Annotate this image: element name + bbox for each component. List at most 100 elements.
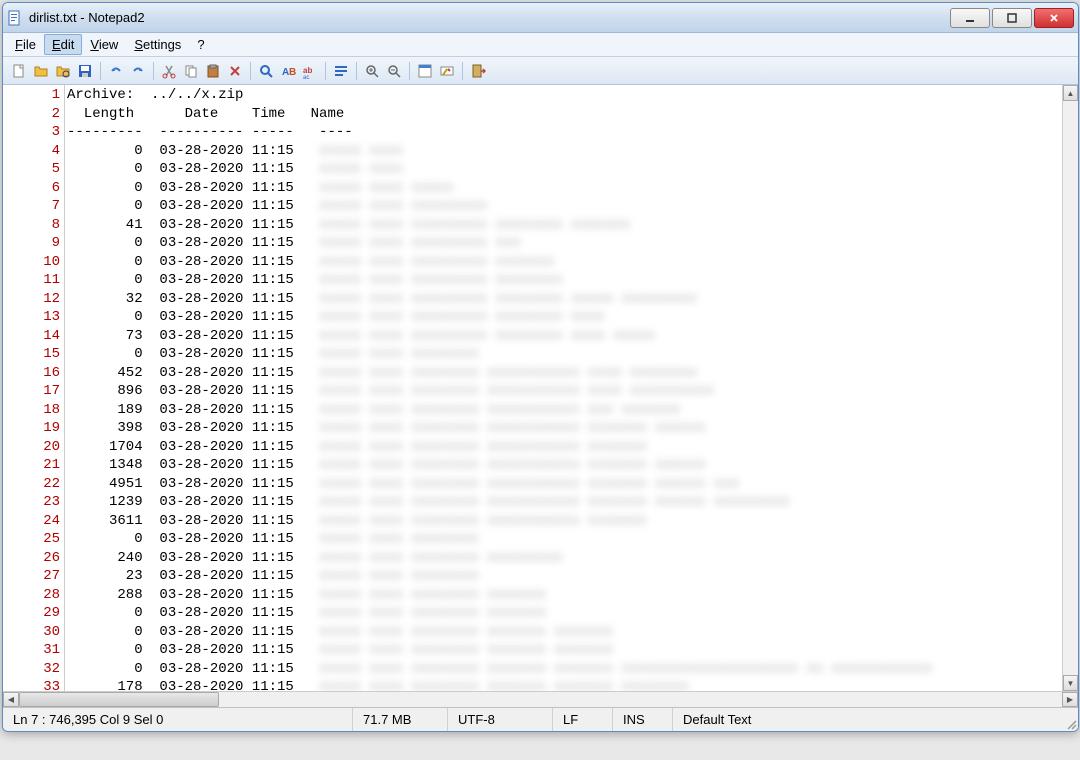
- text-line[interactable]: 0 03-28-2020 11:15 xxxxx xxxx xxxxxxxxx …: [67, 234, 1062, 253]
- filename-blurred: xxxxx xxxx xxxxxxxx xxxxxxxxxxx xxxxxxx …: [319, 475, 739, 494]
- text-line[interactable]: 73 03-28-2020 11:15 xxxxx xxxx xxxxxxxxx…: [67, 327, 1062, 346]
- text-line[interactable]: 0 03-28-2020 11:15 xxxxx xxxx: [67, 142, 1062, 161]
- line-number: 18: [3, 401, 60, 420]
- scroll-up-button[interactable]: ▲: [1063, 85, 1078, 101]
- copy-icon[interactable]: [181, 61, 201, 81]
- status-line-ending[interactable]: LF: [553, 708, 613, 731]
- zoom-out-icon[interactable]: [384, 61, 404, 81]
- exit-icon[interactable]: [468, 61, 488, 81]
- scroll-left-button[interactable]: ◀: [3, 692, 19, 707]
- text-line[interactable]: 32 03-28-2020 11:15 xxxxx xxxx xxxxxxxxx…: [67, 290, 1062, 309]
- open-file-icon[interactable]: [31, 61, 51, 81]
- close-button[interactable]: [1034, 8, 1074, 28]
- filename-blurred: xxxxx xxxx xxxxxxxxx xxxxxxxx xxxx xxxxx: [319, 327, 655, 346]
- filename-blurred: xxxxx xxxx: [319, 142, 403, 161]
- text-line[interactable]: Archive: ../../x.zip: [67, 86, 1062, 105]
- text-line[interactable]: 0 03-28-2020 11:15 xxxxx xxxx xxxxxxxx x…: [67, 660, 1062, 679]
- status-filetype[interactable]: Default Text: [673, 708, 1062, 731]
- text-line[interactable]: 0 03-28-2020 11:15 xxxxx xxxx xxxxxxxx x…: [67, 604, 1062, 623]
- paste-icon[interactable]: [203, 61, 223, 81]
- text-content[interactable]: Archive: ../../x.zip Length Date Time Na…: [65, 85, 1062, 691]
- text-line[interactable]: 1239 03-28-2020 11:15 xxxxx xxxx xxxxxxx…: [67, 493, 1062, 512]
- customize-icon[interactable]: [437, 61, 457, 81]
- line-number: 22: [3, 475, 60, 494]
- editor-area[interactable]: 1234567891011121314151617181920212223242…: [3, 85, 1078, 691]
- svg-text:ab: ab: [303, 66, 312, 75]
- status-encoding[interactable]: UTF-8: [448, 708, 553, 731]
- text-line[interactable]: 452 03-28-2020 11:15 xxxxx xxxx xxxxxxxx…: [67, 364, 1062, 383]
- line-number-gutter: 1234567891011121314151617181920212223242…: [3, 85, 65, 691]
- delete-icon[interactable]: [225, 61, 245, 81]
- text-line[interactable]: 240 03-28-2020 11:15 xxxxx xxxx xxxxxxxx…: [67, 549, 1062, 568]
- text-line[interactable]: 1704 03-28-2020 11:15 xxxxx xxxx xxxxxxx…: [67, 438, 1062, 457]
- undo-icon[interactable]: [106, 61, 126, 81]
- filename-blurred: xxxxx xxxx xxxxxxxx xxxxxxxxxxx xxxx xxx…: [319, 382, 714, 401]
- text-line[interactable]: 0 03-28-2020 11:15 xxxxx xxxx xxxxxxxx: [67, 530, 1062, 549]
- zoom-in-icon[interactable]: [362, 61, 382, 81]
- minimize-button[interactable]: [950, 8, 990, 28]
- resize-grip-icon[interactable]: [1062, 715, 1078, 731]
- text-line[interactable]: 0 03-28-2020 11:15 xxxxx xxxx xxxxxxxxx …: [67, 308, 1062, 327]
- new-file-icon[interactable]: [9, 61, 29, 81]
- filename-blurred: xxxxx xxxx xxxxxxxx xxxxxxxxxxx xxxxxxx: [319, 438, 647, 457]
- vertical-scrollbar[interactable]: ▲ ▼: [1062, 85, 1078, 691]
- svg-text:B: B: [289, 67, 296, 78]
- findword-icon[interactable]: abac: [300, 61, 320, 81]
- text-line[interactable]: 3611 03-28-2020 11:15 xxxxx xxxx xxxxxxx…: [67, 512, 1062, 531]
- hscroll-thumb[interactable]: [19, 692, 219, 707]
- filename-blurred: xxxxx xxxx xxxxxxxx xxxxxxxxxxx xxx xxxx…: [319, 401, 680, 420]
- text-line[interactable]: 398 03-28-2020 11:15 xxxxx xxxx xxxxxxxx…: [67, 419, 1062, 438]
- text-line[interactable]: 189 03-28-2020 11:15 xxxxx xxxx xxxxxxxx…: [67, 401, 1062, 420]
- text-line[interactable]: 41 03-28-2020 11:15 xxxxx xxxx xxxxxxxxx…: [67, 216, 1062, 235]
- text-line[interactable]: 0 03-28-2020 11:15 xxxxx xxxx: [67, 160, 1062, 179]
- menu-view[interactable]: View: [82, 34, 126, 55]
- line-number: 29: [3, 604, 60, 623]
- text-line[interactable]: 4951 03-28-2020 11:15 xxxxx xxxx xxxxxxx…: [67, 475, 1062, 494]
- text-line[interactable]: 288 03-28-2020 11:15 xxxxx xxxx xxxxxxxx…: [67, 586, 1062, 605]
- menu-edit[interactable]: Edit: [44, 34, 82, 55]
- save-icon[interactable]: [75, 61, 95, 81]
- scroll-right-button[interactable]: ▶: [1062, 692, 1078, 707]
- text-line[interactable]: 178 03-28-2020 11:15 xxxxx xxxx xxxxxxxx…: [67, 678, 1062, 691]
- line-number: 28: [3, 586, 60, 605]
- text-line[interactable]: --------- ---------- ----- ----: [67, 123, 1062, 142]
- status-insert-mode[interactable]: INS: [613, 708, 673, 731]
- text-line[interactable]: 0 03-28-2020 11:15 xxxxx xxxx xxxxxxxx x…: [67, 641, 1062, 660]
- line-number: 24: [3, 512, 60, 531]
- vscroll-track[interactable]: [1063, 101, 1078, 675]
- titlebar[interactable]: dirlist.txt - Notepad2: [3, 3, 1078, 33]
- schema-icon[interactable]: [415, 61, 435, 81]
- text-line[interactable]: 0 03-28-2020 11:15 xxxxx xxxx xxxxxxxxx …: [67, 253, 1062, 272]
- redo-icon[interactable]: [128, 61, 148, 81]
- find-icon[interactable]: [256, 61, 276, 81]
- text-line[interactable]: 896 03-28-2020 11:15 xxxxx xxxx xxxxxxxx…: [67, 382, 1062, 401]
- text-line[interactable]: 23 03-28-2020 11:15 xxxxx xxxx xxxxxxxx: [67, 567, 1062, 586]
- filename-blurred: xxxxx xxxx xxxxxxxxx xxxxxxxx xxxxx xxxx…: [319, 290, 697, 309]
- browse-icon[interactable]: [53, 61, 73, 81]
- menu-help[interactable]: ?: [189, 34, 212, 55]
- text-line[interactable]: 0 03-28-2020 11:15 xxxxx xxxx xxxxx: [67, 179, 1062, 198]
- text-line[interactable]: 1348 03-28-2020 11:15 xxxxx xxxx xxxxxxx…: [67, 456, 1062, 475]
- cut-icon[interactable]: [159, 61, 179, 81]
- filename-blurred: xxxxx xxxx xxxxxxxxx xxxxxxx: [319, 253, 554, 272]
- menu-settings[interactable]: Settings: [126, 34, 189, 55]
- line-number: 8: [3, 216, 60, 235]
- replace-icon[interactable]: AB: [278, 61, 298, 81]
- line-number: 10: [3, 253, 60, 272]
- text-line[interactable]: 0 03-28-2020 11:15 xxxxx xxxx xxxxxxxxx …: [67, 271, 1062, 290]
- scroll-down-button[interactable]: ▼: [1063, 675, 1078, 691]
- text-line[interactable]: 0 03-28-2020 11:15 xxxxx xxxx xxxxxxxx x…: [67, 623, 1062, 642]
- wrap-icon[interactable]: [331, 61, 351, 81]
- filename-blurred: xxxxx xxxx xxxxxxxxx: [319, 197, 487, 216]
- text-line[interactable]: 0 03-28-2020 11:15 xxxxx xxxx xxxxxxxxx: [67, 197, 1062, 216]
- status-filesize: 71.7 MB: [353, 708, 448, 731]
- filename-blurred: xxxxx xxxx xxxxxxxx xxxxxxxxxxx xxxxxxx …: [319, 493, 789, 512]
- app-icon: [7, 10, 23, 26]
- line-number: 13: [3, 308, 60, 327]
- horizontal-scrollbar[interactable]: ◀ ▶: [3, 691, 1078, 707]
- hscroll-track[interactable]: [19, 692, 1062, 707]
- text-line[interactable]: 0 03-28-2020 11:15 xxxxx xxxx xxxxxxxx: [67, 345, 1062, 364]
- text-line[interactable]: Length Date Time Name: [67, 105, 1062, 124]
- maximize-button[interactable]: [992, 8, 1032, 28]
- menu-file[interactable]: File: [7, 34, 44, 55]
